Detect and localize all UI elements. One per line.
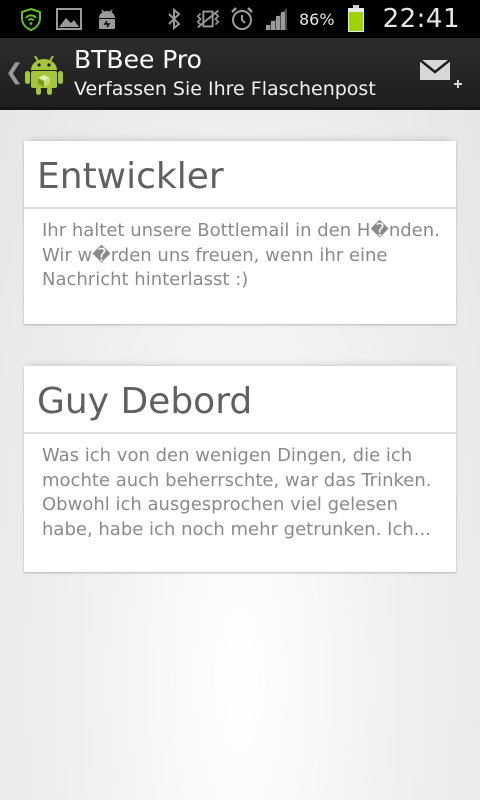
- message-card[interactable]: Entwickler Ihr haltet unsere Bottlemail …: [24, 141, 456, 324]
- android-debug-icon: [94, 6, 120, 32]
- battery-percent: 86%: [299, 9, 335, 29]
- bluetooth-icon: [161, 6, 187, 32]
- notification-icons: [18, 6, 120, 32]
- status-bar: 86% 22:41: [0, 0, 480, 38]
- message-text: Ihr haltet unsere Bottlemail in den H�nd…: [42, 220, 440, 290]
- battery-icon: [343, 5, 369, 32]
- clock: 22:41: [382, 4, 460, 34]
- alarm-icon: [229, 6, 255, 32]
- up-navigation-icon[interactable]: ❮: [5, 62, 23, 84]
- app-subtitle: Verfassen Sie Ihre Flaschenpost: [74, 78, 376, 100]
- signal-icon: [263, 6, 289, 32]
- image-icon: [56, 6, 82, 32]
- message-card[interactable]: Guy Debord Was ich von den wenigen Dinge…: [24, 366, 456, 572]
- message-author: Entwickler: [24, 141, 456, 209]
- compose-mail-icon[interactable]: [418, 54, 464, 94]
- action-bar: ❮ BTBee Pro Verfassen Sie Ihre Flaschenp…: [0, 38, 480, 110]
- app-logo-icon[interactable]: [22, 52, 66, 96]
- system-icons: 86% 22:41: [161, 4, 460, 34]
- shield-icon: [18, 6, 44, 32]
- app-title: BTBee Pro: [74, 45, 202, 74]
- message-text: Was ich von den wenigen Dingen, die ich …: [42, 445, 432, 540]
- message-author: Guy Debord: [24, 366, 456, 434]
- vibrate-icon: [195, 6, 221, 32]
